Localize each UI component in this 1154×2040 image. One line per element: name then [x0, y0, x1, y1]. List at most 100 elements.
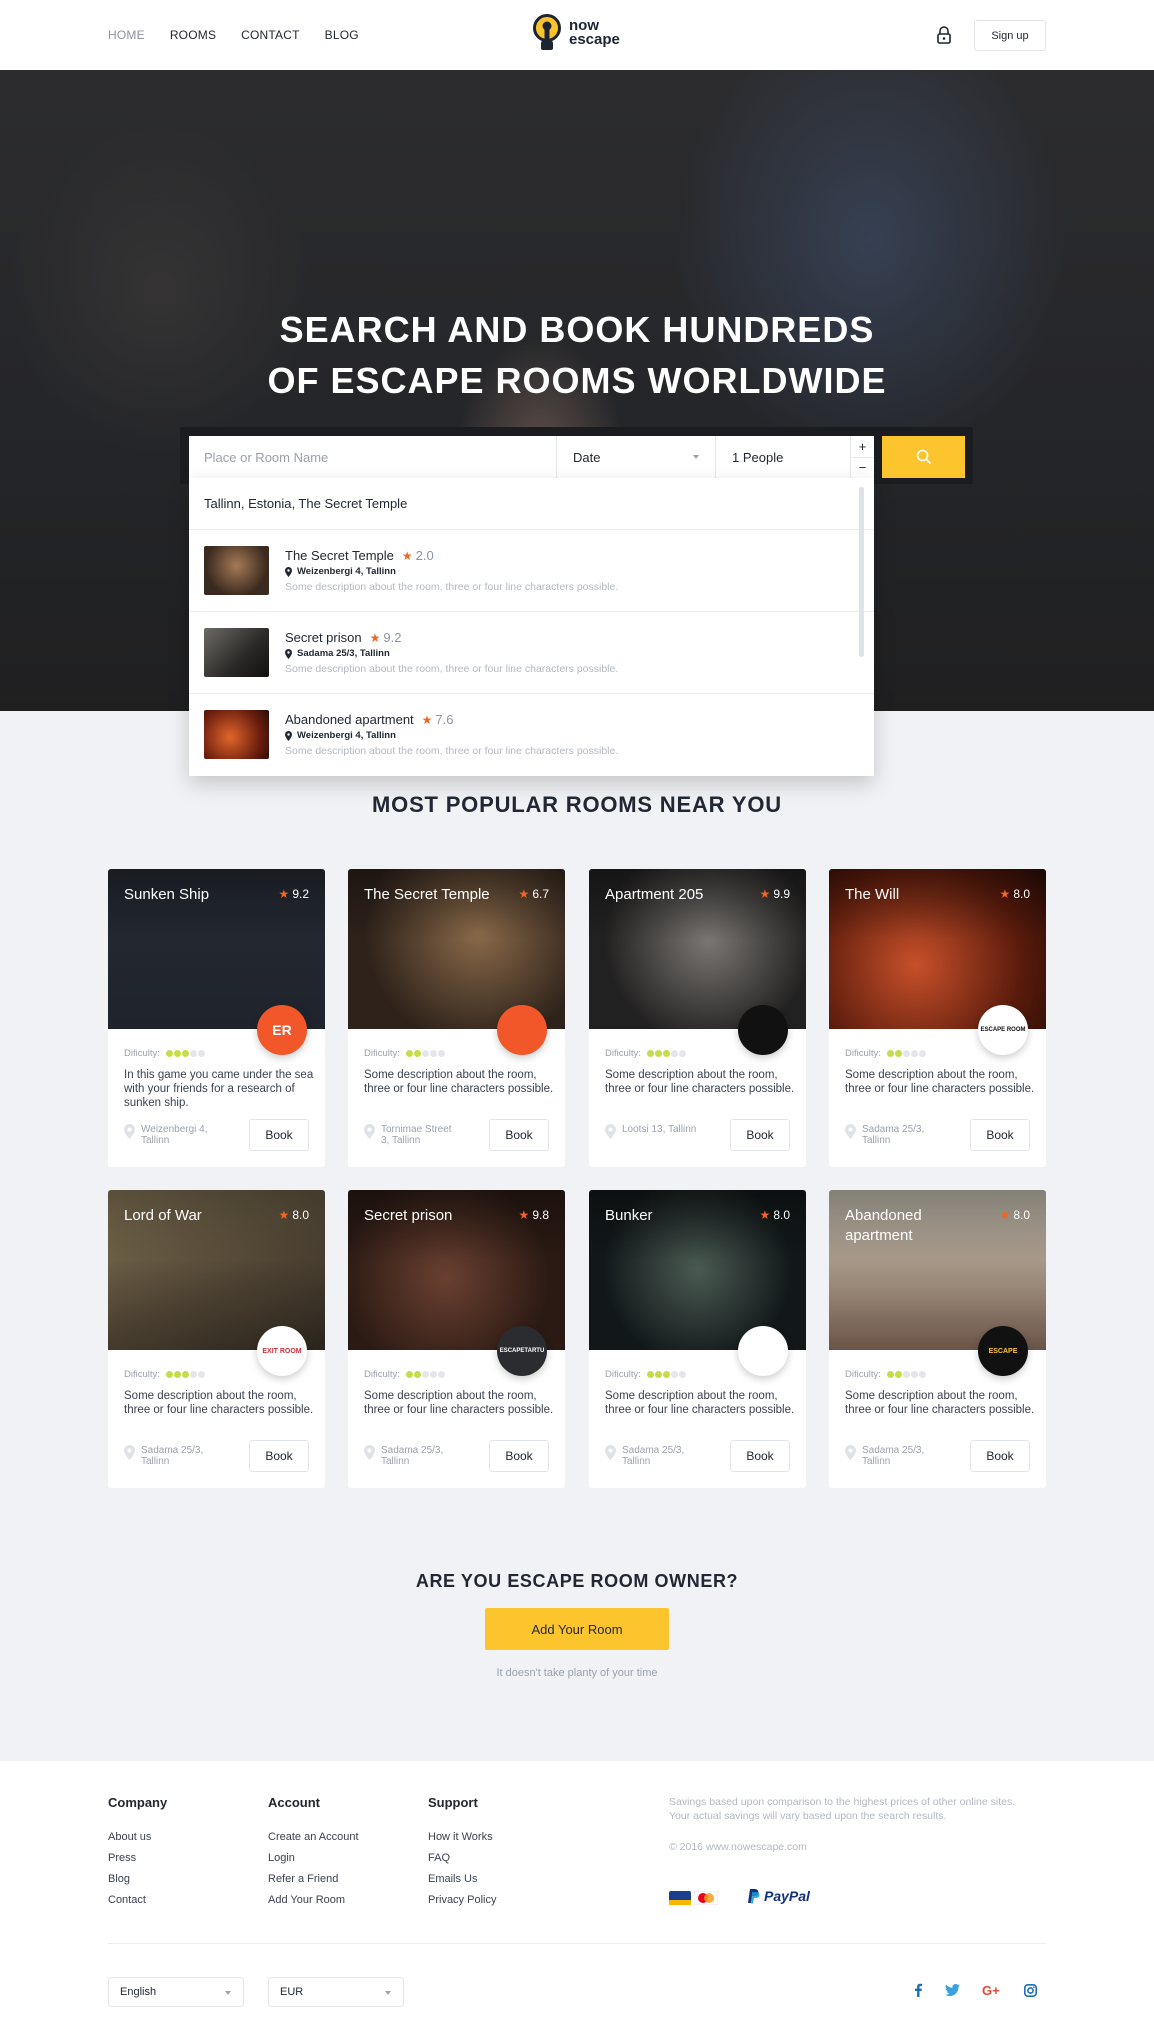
suggestion-item[interactable]: Abandoned apartment ★ 7.6 Weizenbergi 4, … [189, 694, 874, 776]
language-select[interactable]: English [108, 1977, 244, 2007]
book-button[interactable]: Book [249, 1440, 309, 1472]
facebook-icon[interactable] [913, 1983, 923, 1997]
room-location-text: Sadama 25/3, Tallinn [622, 1445, 685, 1467]
room-card[interactable]: Lord of War ★ 8.0 EXIT ROOM Dificulty: Some d… [108, 1190, 325, 1488]
footer-link-add-room[interactable]: Add Your Room [268, 1890, 359, 1911]
increment-button[interactable]: + [851, 436, 874, 457]
suggestion-description: Some description about the room, three o… [285, 745, 619, 757]
chevron-down-icon [693, 455, 699, 459]
room-location-text: Lootsi 13, Tallinn [622, 1124, 697, 1135]
search-button[interactable] [882, 436, 965, 478]
suggestion-rating: ★ 7.6 [422, 712, 454, 727]
footer-support-title: Support [428, 1795, 478, 1810]
book-button[interactable]: Book [730, 1119, 790, 1151]
lock-icon[interactable] [935, 25, 953, 45]
people-field[interactable]: 1 People [715, 436, 850, 478]
room-brand-badge: ESCAPE ROOM [978, 1005, 1028, 1055]
logo[interactable]: now escape [531, 14, 620, 52]
location-pin-icon [845, 1124, 856, 1139]
nav-contact[interactable]: CONTACT [241, 28, 300, 42]
date-label: Date [573, 449, 601, 465]
suggestion-thumbnail [204, 628, 269, 677]
nav-blog[interactable]: BLOG [325, 28, 359, 42]
room-rating-value: 9.8 [532, 1208, 549, 1222]
currency-select[interactable]: EUR [268, 1977, 404, 2007]
search-input[interactable] [189, 436, 556, 478]
book-button[interactable]: Book [970, 1440, 1030, 1472]
hero-title-line2: OF ESCAPE ROOMS WORLDWIDE [267, 360, 887, 401]
room-card[interactable]: The Secret Temple ★ 6.7 Dificulty: Some desc… [348, 869, 565, 1167]
room-card[interactable]: Apartment 205 ★ 9.9 Dificulty: Some descript… [589, 869, 806, 1167]
difficulty-dots [886, 1050, 926, 1057]
difficulty-dot [189, 1050, 197, 1057]
difficulty-dots [165, 1050, 205, 1057]
footer-link-press[interactable]: Press [108, 1848, 167, 1869]
footer-link-create-account[interactable]: Create an Account [268, 1827, 359, 1848]
room-card[interactable]: Abandoned apartment ★ 8.0 ESCAPE Dificulty: S… [829, 1190, 1046, 1488]
difficulty-dot [654, 1050, 662, 1057]
difficulty-dot [910, 1050, 918, 1057]
nav-rooms[interactable]: ROOMS [170, 28, 216, 42]
room-difficulty: Dificulty: [124, 1369, 205, 1380]
svg-text:G+: G+ [982, 1984, 1000, 1996]
google-plus-icon[interactable]: G+ [982, 1984, 1002, 1996]
location-pin-icon [605, 1445, 616, 1460]
signup-button[interactable]: Sign up [974, 20, 1046, 51]
room-card[interactable]: The Will ★ 8.0 ESCAPE ROOM Dificulty: Some de… [829, 869, 1046, 1167]
difficulty-dot [197, 1371, 205, 1378]
room-card[interactable]: Bunker ★ 8.0 Dificulty: Some description abo… [589, 1190, 806, 1488]
footer-link-blog[interactable]: Blog [108, 1869, 167, 1890]
footer-link-faq[interactable]: FAQ [428, 1848, 496, 1869]
room-rating-value: 8.0 [292, 1208, 309, 1222]
footer-link-email[interactable]: Emails Us [428, 1869, 496, 1890]
suggestion-query[interactable]: Tallinn, Estonia, The Secret Temple [189, 478, 874, 530]
suggestion-rating-value: 9.2 [383, 630, 402, 645]
difficulty-dot [421, 1050, 429, 1057]
footer-link-contact[interactable]: Contact [108, 1890, 167, 1911]
footer-link-how-it-works[interactable]: How it Works [428, 1827, 496, 1848]
room-rating: ★ 9.8 [519, 1208, 549, 1222]
footer-link-refer[interactable]: Refer a Friend [268, 1869, 359, 1890]
book-button[interactable]: Book [489, 1440, 549, 1472]
room-card[interactable]: Sunken Ship ★ 9.2 ER Dificulty: In this game … [108, 869, 325, 1167]
room-badge-text: ER [272, 1022, 292, 1038]
decrement-button[interactable]: − [851, 456, 874, 479]
nav-home[interactable]: HOME [108, 28, 145, 42]
star-icon: ★ [421, 712, 433, 727]
difficulty-dots [405, 1371, 445, 1378]
instagram-icon[interactable] [1024, 1983, 1037, 1997]
room-brand-badge: ER [257, 1005, 307, 1055]
search-suggestions: Tallinn, Estonia, The Secret Temple The … [189, 478, 874, 776]
room-badge-text: ESCAPE [988, 1347, 1018, 1355]
add-room-button[interactable]: Add Your Room [485, 1608, 669, 1650]
footer-link-about[interactable]: About us [108, 1827, 167, 1848]
difficulty-dot [654, 1371, 662, 1378]
search-icon [916, 449, 931, 465]
footer-link-login[interactable]: Login [268, 1848, 359, 1869]
difficulty-dot [173, 1371, 181, 1378]
star-icon: ★ [369, 630, 381, 645]
date-select[interactable]: Date [556, 436, 715, 478]
twitter-icon[interactable] [945, 1984, 960, 1996]
suggestion-item[interactable]: Secret prison ★ 9.2 Sadama 25/3, Tallinn … [189, 612, 874, 694]
suggestions-scrollbar[interactable] [859, 487, 864, 657]
paypal-text: PayPal [764, 1888, 810, 1904]
book-button[interactable]: Book [970, 1119, 1030, 1151]
keyhole-logo-icon [533, 14, 561, 50]
difficulty-label: Dificulty: [364, 1369, 400, 1380]
difficulty-dot [678, 1050, 686, 1057]
owner-cta-title: ARE YOU ESCAPE ROOM OWNER? [415, 1571, 739, 1591]
footer-link-privacy[interactable]: Privacy Policy [428, 1890, 496, 1911]
room-rating-value: 8.0 [773, 1208, 790, 1222]
room-location: Sadama 25/3, Tallinn [845, 1124, 942, 1146]
room-card[interactable]: Secret prison ★ 9.8 ESCAPETARTU Dificulty: So… [348, 1190, 565, 1488]
difficulty-label: Dificulty: [605, 1048, 641, 1059]
room-description: Some description about the room, three o… [124, 1390, 314, 1416]
book-button[interactable]: Book [489, 1119, 549, 1151]
difficulty-label: Dificulty: [124, 1369, 160, 1380]
location-pin-icon [285, 648, 292, 659]
paypal-logo: PayPal [748, 1888, 810, 1904]
book-button[interactable]: Book [730, 1440, 790, 1472]
suggestion-item[interactable]: The Secret Temple ★ 2.0 Weizenbergi 4, Ta… [189, 530, 874, 612]
book-button[interactable]: Book [249, 1119, 309, 1151]
